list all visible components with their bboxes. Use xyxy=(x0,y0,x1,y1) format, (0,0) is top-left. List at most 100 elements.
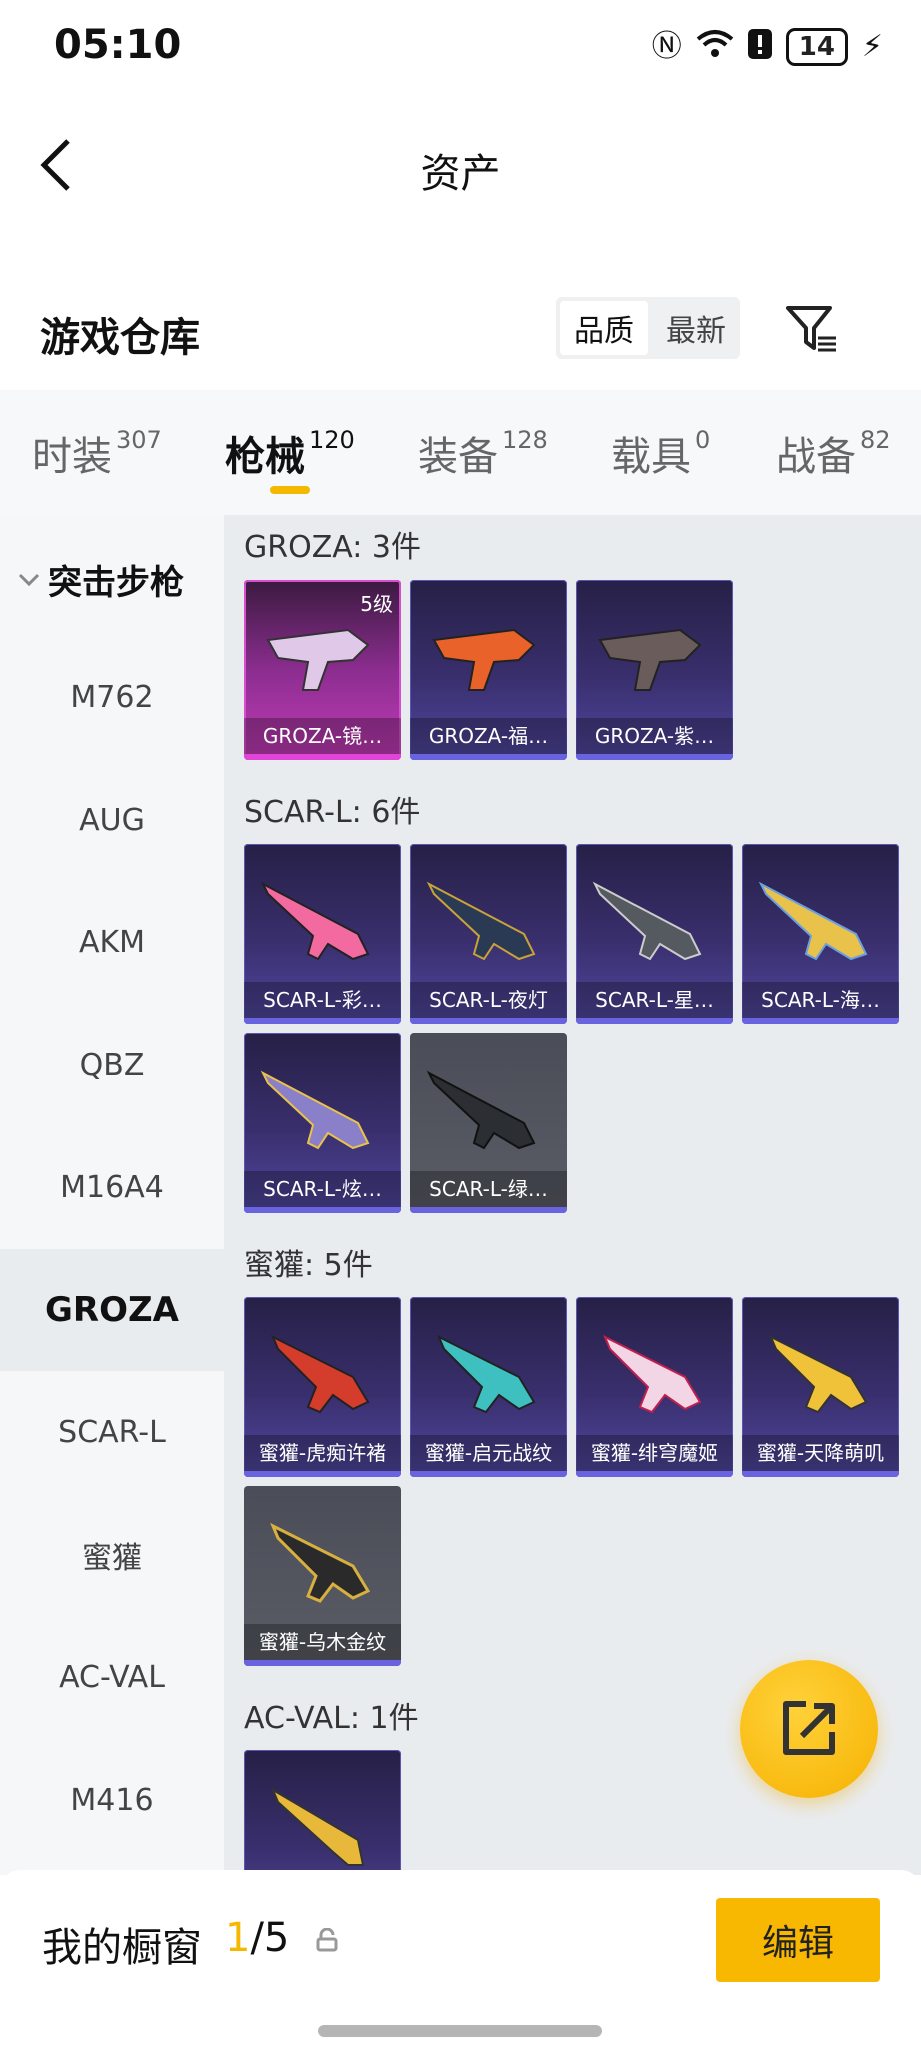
weapon-card[interactable]: 5级 GROZA-镜… xyxy=(244,580,401,760)
weapon-card[interactable]: GROZA-福… xyxy=(410,580,567,760)
weapon-name: GROZA-紫… xyxy=(576,718,733,754)
rarity-bar xyxy=(576,1471,733,1477)
rarity-bar xyxy=(410,754,567,760)
weapon-card[interactable]: 蜜獾-天降萌叽 xyxy=(742,1297,899,1477)
tab-fashion[interactable]: 时装 307 xyxy=(32,424,162,482)
weapon-card[interactable]: SCAR-L-海… xyxy=(742,844,899,1024)
rifle-icon xyxy=(432,628,536,691)
level-badge: 5级 xyxy=(360,592,393,616)
lock-icon xyxy=(316,1928,338,1952)
rarity-bar xyxy=(244,1471,401,1477)
category-tabs: 时装 307 枪械 120 装备 128 载具 0 战备 82 xyxy=(0,390,921,515)
section-title: 蜜獾: 5件 xyxy=(244,1248,373,1283)
rarity-bar xyxy=(576,754,733,760)
page-header: 资产 xyxy=(0,95,921,235)
nfc-icon: Ⓝ xyxy=(651,29,682,64)
rarity-bar xyxy=(244,754,401,760)
rifle-icon xyxy=(260,1070,370,1150)
rifle-icon xyxy=(769,1334,868,1414)
weapon-card[interactable]: GROZA-紫… xyxy=(576,580,733,760)
weapon-card[interactable]: 蜜獾-乌木金纹 xyxy=(244,1486,401,1666)
sidebar-item-honey-badger[interactable]: 蜜獾 xyxy=(0,1494,224,1616)
share-button[interactable] xyxy=(740,1660,878,1798)
sort-newest[interactable]: 最新 xyxy=(652,297,740,359)
charging-icon: ⚡ xyxy=(861,29,883,64)
rifle-icon xyxy=(592,881,702,961)
weapon-name: 蜜獾-虎痴许褚 xyxy=(244,1435,401,1471)
weapon-name: 蜜獾-天降萌叽 xyxy=(742,1435,899,1471)
tab-vehicles[interactable]: 载具 0 xyxy=(611,424,710,482)
rifle-icon xyxy=(426,1070,536,1150)
weapon-card[interactable]: SCAR-L-炫… xyxy=(244,1033,401,1213)
sidebar-item-scar-l[interactable]: SCAR-L xyxy=(0,1371,224,1493)
sidebar-item-qbz[interactable]: QBZ xyxy=(0,1004,224,1126)
rifle-icon xyxy=(270,1522,371,1603)
sidebar-item-m762[interactable]: M762 xyxy=(0,636,224,758)
wifi-icon xyxy=(696,29,734,65)
weapon-sidebar: 突击步枪 M762 AUG AKM QBZ M16A4 GROZA SCAR-L… xyxy=(0,515,224,1875)
rarity-bar xyxy=(244,1018,401,1024)
weapon-card[interactable] xyxy=(244,1750,401,1875)
page-title: 资产 xyxy=(420,151,501,197)
sidebar-item-m16a4[interactable]: M16A4 xyxy=(0,1126,224,1248)
weapon-card[interactable]: SCAR-L-绿… xyxy=(410,1033,567,1213)
weapon-card[interactable]: 蜜獾-启元战纹 xyxy=(410,1297,567,1477)
weapon-name: SCAR-L-夜灯 xyxy=(410,982,567,1018)
rifle-icon xyxy=(437,1334,536,1414)
battery-level: 14 xyxy=(785,28,848,66)
sidebar-item-akm[interactable]: AKM xyxy=(0,881,224,1003)
weapon-card[interactable]: SCAR-L-星… xyxy=(576,844,733,1024)
chevron-down-icon xyxy=(18,573,40,586)
weapon-card[interactable]: SCAR-L-彩… xyxy=(244,844,401,1024)
sort-toggle: 品质 最新 xyxy=(556,297,740,359)
rarity-bar xyxy=(742,1471,899,1477)
sidebar-item-groza[interactable]: GROZA xyxy=(0,1249,224,1371)
rifle-icon xyxy=(426,881,536,961)
weapon-name: SCAR-L-彩… xyxy=(244,982,401,1018)
filter-button[interactable] xyxy=(784,302,840,358)
tab-guns[interactable]: 枪械 120 xyxy=(225,424,355,482)
weapon-name: SCAR-L-炫… xyxy=(244,1171,401,1207)
status-time: 05:10 xyxy=(54,22,182,68)
showcase-bar: 我的橱窗 1/5 编辑 xyxy=(0,1870,921,2050)
rifle-icon xyxy=(603,1334,702,1414)
tab-gear[interactable]: 战备 82 xyxy=(776,424,891,482)
section-title: SCAR-L: 6件 xyxy=(244,795,421,830)
rarity-bar xyxy=(576,1018,733,1024)
sort-quality[interactable]: 品质 xyxy=(560,301,648,355)
sidebar-item-m416[interactable]: M416 xyxy=(0,1739,224,1861)
rarity-bar xyxy=(244,1660,401,1666)
weapon-name: 蜜獾-绯穹魔姬 xyxy=(576,1435,733,1471)
rarity-bar xyxy=(742,1018,899,1024)
weapon-name: SCAR-L-海… xyxy=(742,982,899,1018)
rifle-icon xyxy=(758,881,868,961)
rifle-icon xyxy=(598,628,702,691)
sidebar-item-aug[interactable]: AUG xyxy=(0,759,224,881)
rifle-icon xyxy=(260,881,370,961)
weapon-name: GROZA-镜… xyxy=(244,718,401,754)
warehouse-title: 游戏仓库 xyxy=(40,315,200,361)
weapon-card[interactable]: 蜜獾-虎痴许褚 xyxy=(244,1297,401,1477)
sidebar-group-assault-rifles[interactable]: 突击步枪 xyxy=(18,555,184,604)
status-bar: 05:10 Ⓝ 14 ⚡ xyxy=(0,0,921,95)
rarity-bar xyxy=(410,1471,567,1477)
filter-icon xyxy=(786,306,836,352)
home-indicator[interactable] xyxy=(318,2025,602,2037)
rarity-bar xyxy=(410,1207,567,1213)
weapon-name: SCAR-L-绿… xyxy=(410,1171,567,1207)
weapon-name: GROZA-福… xyxy=(410,718,567,754)
weapon-name: 蜜獾-乌木金纹 xyxy=(244,1624,401,1660)
sidebar-item-ac-val[interactable]: AC-VAL xyxy=(0,1616,224,1738)
rarity-bar xyxy=(244,1207,401,1213)
weapon-card[interactable]: SCAR-L-夜灯 xyxy=(410,844,567,1024)
section-title: AC-VAL: 1件 xyxy=(244,1701,419,1736)
rifle-icon xyxy=(270,1787,365,1866)
weapon-name: 蜜獾-启元战纹 xyxy=(410,1435,567,1471)
tab-equipment[interactable]: 装备 128 xyxy=(418,424,548,482)
section-title: GROZA: 3件 xyxy=(244,530,421,565)
weapon-card[interactable]: 蜜獾-绯穹魔姬 xyxy=(576,1297,733,1477)
weapon-name: SCAR-L-星… xyxy=(576,982,733,1018)
showcase-count: 1/5 xyxy=(225,1915,290,1961)
active-tab-indicator xyxy=(270,486,310,494)
edit-button[interactable]: 编辑 xyxy=(716,1898,880,1982)
